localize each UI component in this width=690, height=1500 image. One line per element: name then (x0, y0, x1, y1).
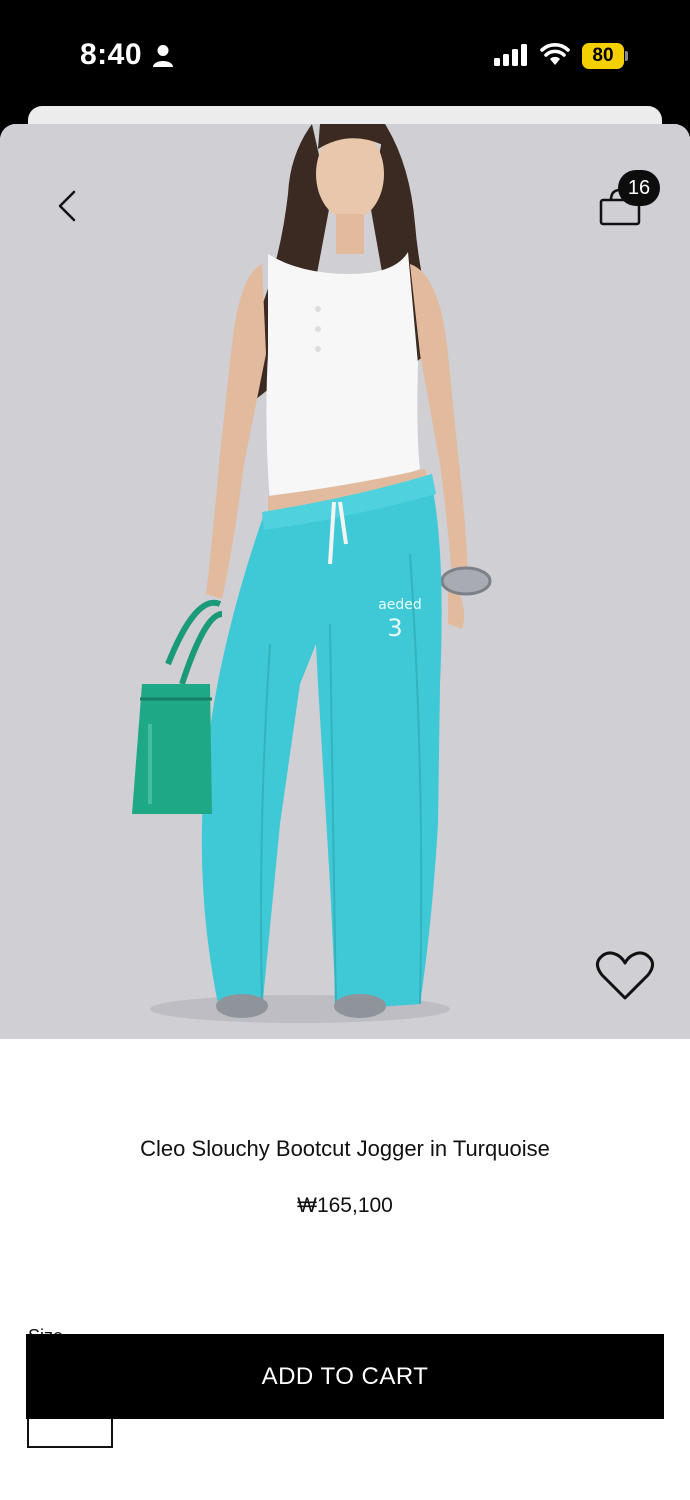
product-image[interactable]: aeded 3 16 (0, 124, 690, 1039)
battery-level: 80 (582, 43, 624, 69)
product-photo: aeded 3 (132, 124, 492, 1023)
back-button[interactable] (50, 186, 86, 226)
heart-outline-icon[interactable] (594, 950, 656, 1002)
wifi-icon (540, 43, 570, 65)
product-sheet: aeded 3 16 Cleo Slouchy Bootcut Jogger i… (0, 124, 690, 1500)
signal-icon (494, 44, 527, 66)
status-bar: 8:40 80 (0, 0, 690, 110)
cart-count-badge: 16 (618, 170, 660, 206)
svg-text:aeded: aeded (378, 597, 422, 613)
battery-icon: 80 (582, 43, 628, 69)
product-price: ₩165,100 (297, 1194, 393, 1217)
person-icon (153, 45, 173, 67)
status-time: 8:40 (80, 38, 143, 71)
product-title: Cleo Slouchy Bootcut Jogger in Turquoise (140, 1136, 550, 1161)
svg-text:3: 3 (387, 614, 402, 642)
add-to-cart-button[interactable]: ADD TO CART (26, 1334, 664, 1419)
